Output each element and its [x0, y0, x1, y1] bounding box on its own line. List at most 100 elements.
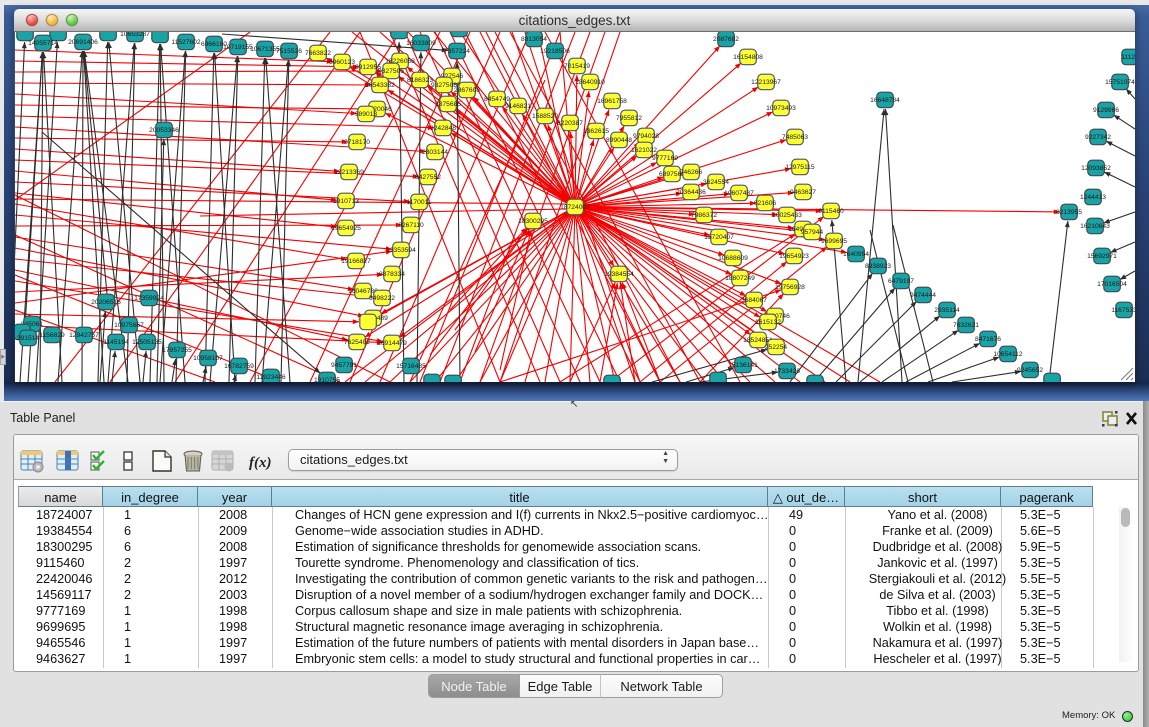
svg-text:19166827: 19166827: [341, 258, 371, 265]
svg-text:8267110: 8267110: [398, 222, 424, 229]
svg-text:16961758: 16961758: [597, 98, 627, 105]
svg-text:18807249: 18807249: [725, 275, 755, 282]
svg-text:7955812: 7955812: [616, 115, 642, 122]
svg-text:6479197: 6479197: [888, 278, 914, 285]
svg-text:15751074: 15751074: [1105, 79, 1135, 86]
svg-text:16914479: 16914479: [377, 340, 407, 347]
svg-text:989013: 989013: [355, 111, 378, 118]
svg-text:16210643: 16210643: [1080, 223, 1110, 230]
svg-text:12213369: 12213369: [334, 169, 364, 176]
svg-text:1145194: 1145194: [103, 339, 129, 346]
svg-text:8427552: 8427552: [415, 174, 441, 181]
svg-text:2935114: 2935114: [934, 307, 960, 314]
svg-text:10654112: 10654112: [993, 351, 1023, 358]
svg-text:17957255: 17957255: [162, 347, 192, 354]
svg-text:11923446: 11923446: [256, 374, 286, 381]
svg-text:14055714: 14055714: [28, 40, 58, 47]
svg-text:10688609: 10688609: [718, 255, 748, 262]
svg-text:1733426: 1733426: [774, 368, 800, 375]
svg-text:746266: 746266: [680, 169, 703, 176]
svg-text:1156829: 1156829: [39, 332, 65, 339]
svg-text:1244413: 1244413: [1080, 194, 1106, 201]
svg-text:f(x): f(x): [249, 455, 272, 471]
svg-text:3624554: 3624554: [703, 179, 729, 186]
svg-text:8471676: 8471676: [975, 336, 1001, 343]
svg-text:20206516: 20206516: [91, 299, 121, 306]
svg-text:10973493: 10973493: [766, 105, 796, 112]
svg-text:2867608: 2867608: [454, 87, 480, 94]
svg-text:12505135: 12505135: [132, 339, 162, 346]
svg-text:10958107: 10958107: [193, 355, 223, 362]
svg-text:1621022: 1621022: [631, 147, 657, 154]
svg-text:10025433: 10025433: [772, 212, 802, 219]
svg-text:19654923: 19654923: [779, 253, 809, 260]
svg-text:11123: 11123: [1121, 54, 1135, 61]
svg-text:7986372: 7986372: [691, 212, 717, 219]
svg-text:8960123: 8960123: [329, 59, 355, 66]
svg-text:8938923: 8938923: [865, 263, 891, 270]
svg-text:9699695: 9699695: [821, 238, 847, 245]
svg-text:15692971: 15692971: [1087, 253, 1117, 260]
svg-text:18724007: 18724007: [560, 204, 590, 211]
svg-text:9146821: 9146821: [505, 103, 531, 110]
svg-text:17016504: 17016504: [1097, 281, 1127, 288]
svg-text:3498222: 3498222: [369, 295, 395, 302]
svg-text:957944: 957944: [801, 229, 824, 236]
svg-text:13353594: 13353594: [386, 247, 416, 254]
svg-text:15136141: 15136141: [728, 362, 758, 369]
svg-text:20053346: 20053346: [149, 127, 179, 134]
svg-text:9327506: 9327506: [378, 68, 404, 75]
svg-text:7015419: 7015419: [564, 63, 590, 70]
svg-text:9129966: 9129966: [1093, 107, 1119, 114]
svg-text:17359924: 17359924: [134, 295, 164, 302]
svg-text:7632621: 7632621: [953, 322, 979, 329]
svg-text:12942757: 12942757: [69, 332, 99, 339]
svg-text:10719155: 10719155: [223, 44, 253, 51]
svg-text:1910713: 1910713: [333, 198, 359, 205]
svg-text:7663822: 7663822: [305, 50, 331, 57]
svg-text:18640910: 18640910: [575, 79, 605, 86]
svg-text:18300295: 18300295: [518, 218, 548, 225]
svg-text:7485063: 7485063: [782, 134, 808, 141]
svg-text:12213967: 12213967: [751, 79, 781, 86]
svg-text:16782759: 16782759: [224, 363, 254, 370]
svg-text:10975667: 10975667: [114, 322, 144, 329]
svg-text:15720407: 15720407: [704, 234, 734, 241]
svg-text:19384554: 19384554: [604, 271, 634, 278]
svg-text:12093852: 12093852: [1081, 165, 1111, 172]
svg-text:1615132: 1615132: [755, 319, 781, 326]
svg-text:2803144: 2803144: [422, 149, 448, 156]
svg-text:7515526: 7515526: [276, 48, 302, 55]
svg-text:10607487: 10607487: [724, 190, 754, 197]
svg-text:1640954: 1640954: [843, 251, 869, 258]
svg-text:11527602: 11527602: [171, 39, 201, 46]
svg-text:10653287: 10653287: [120, 32, 150, 38]
svg-text:9242848: 9242848: [430, 125, 456, 132]
svg-text:1170011: 1170011: [406, 199, 431, 206]
svg-text:8454749: 8454749: [484, 96, 510, 103]
svg-text:8878334: 8878334: [379, 271, 405, 278]
svg-text:19654925: 19654925: [331, 225, 361, 232]
svg-text:7625402: 7625402: [344, 339, 370, 346]
svg-text:20364436: 20364436: [676, 189, 706, 196]
svg-text:1167533: 1167533: [1111, 307, 1135, 314]
svg-text:1362615: 1362615: [583, 128, 609, 135]
svg-text:621606: 621606: [754, 200, 777, 207]
svg-text:12975115: 12975115: [785, 164, 815, 171]
svg-text:1588520: 1588520: [532, 113, 558, 120]
svg-text:8220387: 8220387: [557, 120, 583, 127]
svg-text:8186323: 8186323: [407, 77, 433, 84]
svg-text:20691406: 20691406: [68, 39, 98, 46]
svg-text:9794028: 9794028: [633, 133, 659, 140]
svg-text:16154808: 16154808: [733, 54, 763, 61]
svg-text:9115460: 9115460: [818, 208, 844, 215]
svg-text:9474444: 9474444: [910, 292, 936, 299]
svg-text:8213955: 8213955: [1056, 209, 1082, 216]
svg-text:391514: 391514: [17, 335, 40, 342]
svg-text:3875685: 3875685: [435, 101, 461, 108]
svg-text:9245652: 9245652: [1017, 367, 1043, 374]
svg-text:19218506: 19218506: [540, 48, 570, 55]
svg-text:7357224: 7357224: [444, 48, 470, 55]
svg-text:252254: 252254: [765, 344, 788, 351]
svg-text:1910755: 1910755: [314, 377, 340, 382]
